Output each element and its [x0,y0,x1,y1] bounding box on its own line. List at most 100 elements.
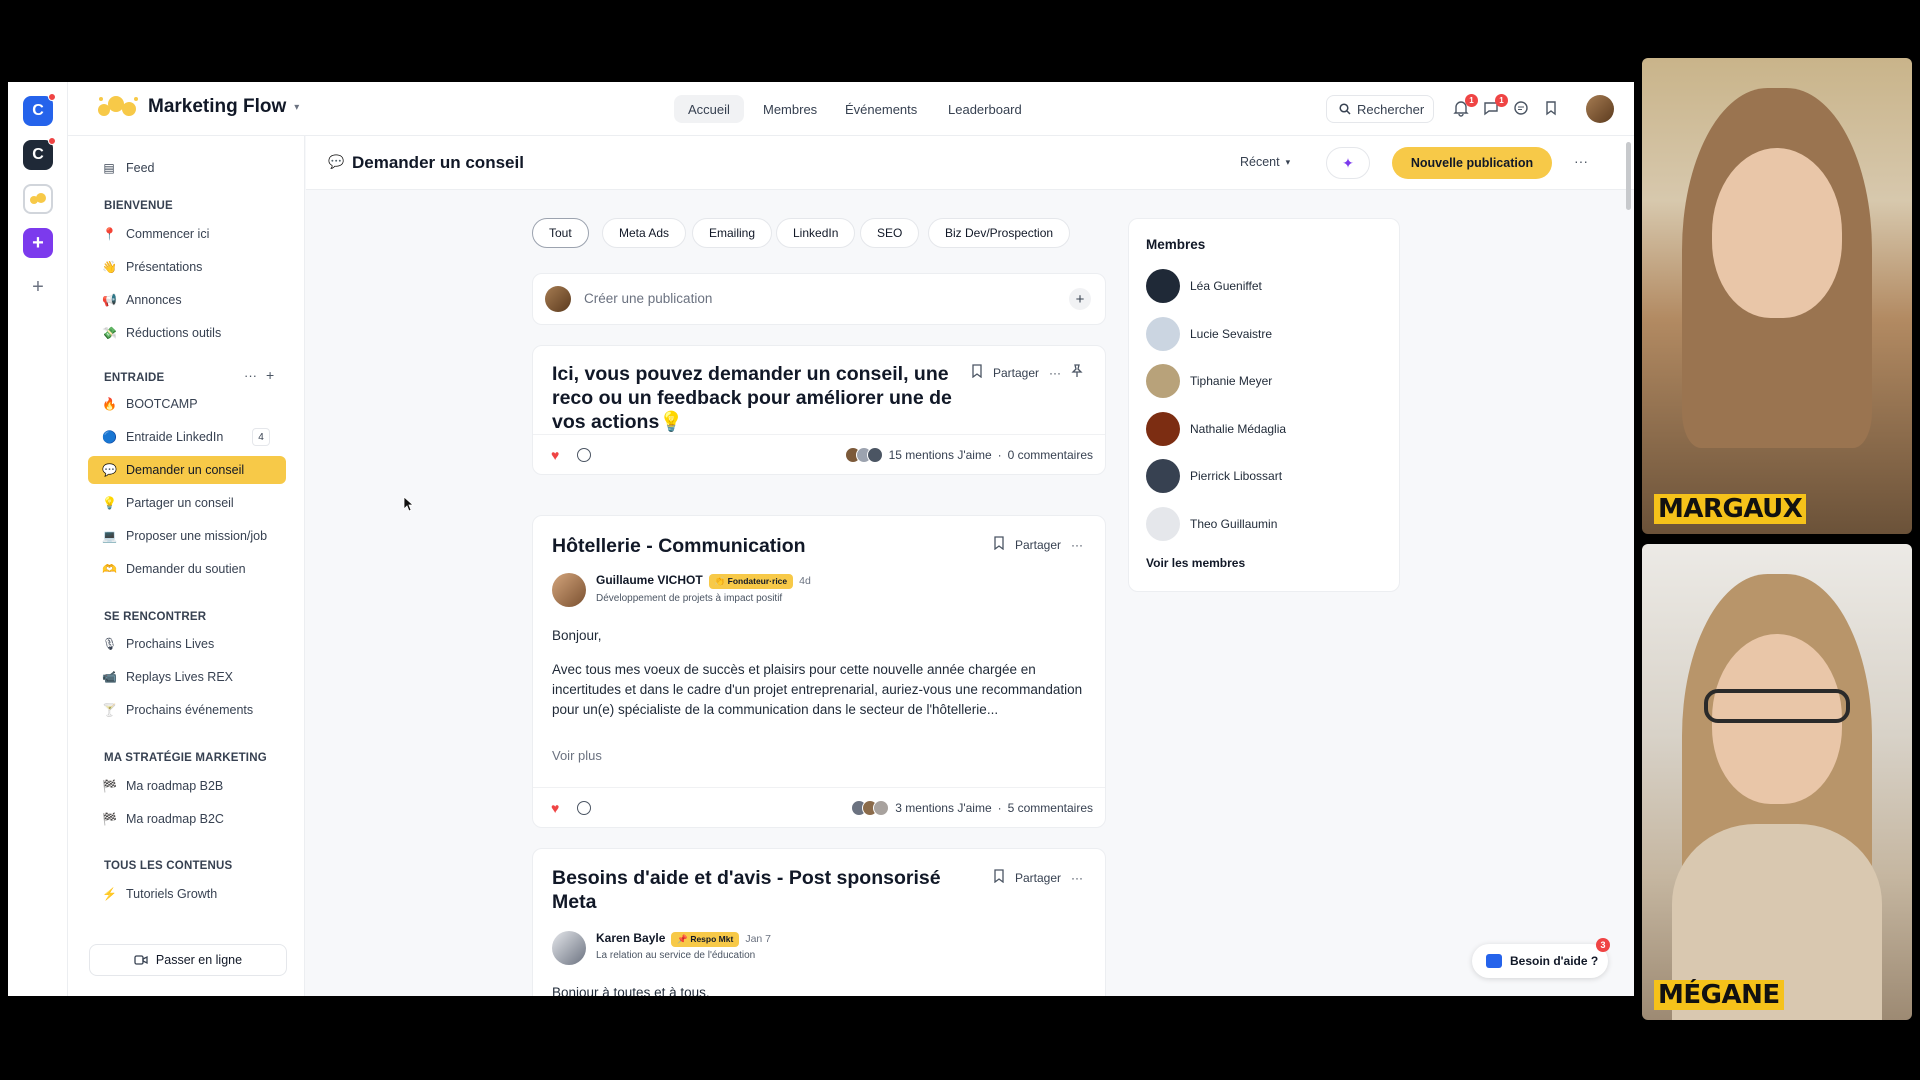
section-more-icon[interactable]: ··· [244,368,257,383]
sidebar-item-demander-un-conseil[interactable]: 💬 Demander un conseil [88,456,286,484]
likes-count[interactable]: 15 mentions J'aime [889,448,992,462]
post-composer[interactable]: Créer une publication + [532,273,1106,325]
user-avatar[interactable] [1586,95,1614,123]
post-card[interactable]: Besoins d'aide et d'avis - Post sponsori… [532,848,1106,996]
section-heading-strategie-marketing: MA STRATÉGIE MARKETING [104,752,267,764]
author-avatar[interactable] [552,573,586,607]
sidebar-item-feed[interactable]: ▤ Feed [88,154,286,182]
member-item[interactable]: Pierrick Libossart [1146,459,1282,493]
author-name[interactable]: Karen Bayle [596,931,665,945]
see-members-link[interactable]: Voir les membres [1146,556,1245,570]
bookmark-icon[interactable] [993,536,1005,553]
sidebar-item-roadmap-b2b[interactable]: 🏁 Ma roadmap B2B [88,772,286,800]
app-icon-marketing-flow[interactable] [23,184,53,214]
see-more-link[interactable]: Voir plus [552,746,1084,766]
more-options-icon[interactable]: ··· [1071,538,1083,552]
heart-icon[interactable]: ♥ [551,447,559,463]
go-live-button[interactable]: Passer en ligne [89,944,287,976]
member-item[interactable]: Lucie Sevaistre [1146,317,1272,351]
post-title[interactable]: Hôtellerie - Communication [552,534,806,558]
sidebar-item-label: BOOTCAMP [126,397,198,411]
sidebar-item-annonces[interactable]: 📢 Annonces [88,286,286,314]
more-options-icon[interactable]: ··· [1049,366,1061,380]
filter-chip-linkedin[interactable]: LinkedIn [776,218,856,248]
post-card[interactable]: Hôtellerie - Communication Partager ··· … [532,515,1106,828]
filter-chip-meta-ads[interactable]: Meta Ads [602,218,687,248]
new-post-button[interactable]: Nouvelle publication [1392,147,1552,179]
comment-icon[interactable] [577,800,591,815]
likes-count[interactable]: 3 mentions J'aime [895,801,991,815]
search-button[interactable]: Rechercher [1326,95,1434,123]
comments-count[interactable]: 5 commentaires [1008,801,1093,815]
member-item[interactable]: Tiphanie Meyer [1146,364,1272,398]
sidebar-item-commencer-ici[interactable]: 📍 Commencer ici [88,220,286,248]
help-button[interactable]: Besoin d'aide ? 3 [1472,938,1610,978]
more-options-icon[interactable]: ··· [1574,153,1588,169]
more-options-icon[interactable]: ··· [1071,871,1083,885]
comments-count[interactable]: 0 commentaires [1008,448,1093,462]
sidebar-item-proposer-mission[interactable]: 💻 Proposer une mission/job [88,522,286,550]
filter-chip-tout[interactable]: Tout [532,218,589,248]
sidebar-item-label: Entraide LinkedIn [126,430,224,444]
comment-icon[interactable] [577,447,591,462]
filter-chip-seo[interactable]: SEO [860,218,920,248]
add-app-icon[interactable]: + [23,272,53,302]
nav-tab-accueil[interactable]: Accueil [674,95,744,123]
bookmark-icon[interactable] [971,364,983,381]
sidebar-item-demander-du-soutien[interactable]: 🫶 Demander du soutien [88,555,286,583]
share-button[interactable]: Partager [1015,871,1061,885]
sidebar-item-replays-lives-rex[interactable]: 📹 Replays Lives REX [88,663,286,691]
bookmark-icon[interactable] [993,869,1005,886]
post-stats: 15 mentions J'aime · 0 commentaires [844,446,1093,463]
member-item[interactable]: Léa Gueniffet [1146,269,1262,303]
nav-tab-membres[interactable]: Membres [749,95,831,123]
camera-icon [134,955,148,965]
chat-widget-icon [1486,954,1502,968]
share-button[interactable]: Partager [1015,538,1061,552]
brand-name: Marketing Flow [148,96,287,117]
filter-chip-emailing[interactable]: Emailing [692,218,773,248]
avatar [1146,412,1180,446]
member-item[interactable]: Theo Guillaumin [1146,507,1277,541]
sidebar-item-partager-un-conseil[interactable]: 💡 Partager un conseil [88,489,286,517]
nav-tab-leaderboard[interactable]: Leaderboard [934,95,1036,123]
section-add-icon[interactable]: + [266,367,274,383]
ai-sparkle-button[interactable]: ✦ [1326,147,1370,179]
messages-icon[interactable] [1512,99,1532,119]
chat-icon[interactable]: 1 [1482,94,1508,119]
pin-icon: 📍 [102,227,117,241]
author-line: Guillaume VICHOT 👏 Fondateur·rice 4d [596,573,811,589]
separator-dot: · [997,800,1002,815]
nav-tab-evenements[interactable]: Événements [831,95,931,123]
bell-icon[interactable]: 1 [1452,94,1478,119]
brand-switcher[interactable]: Marketing Flow ▾ [96,94,299,120]
pin-icon[interactable] [1071,364,1083,381]
post-title[interactable]: Ici, vous pouvez demander un conseil, un… [552,362,952,434]
sidebar-item-prochains-lives[interactable]: 🎙 Prochains Lives [88,630,286,658]
share-button[interactable]: Partager [993,366,1039,380]
sidebar-item-prochains-evenements[interactable]: 🍸 Prochains événements [88,696,286,724]
member-item[interactable]: Nathalie Médaglia [1146,412,1286,446]
scrollbar[interactable] [1626,142,1631,210]
app-icon-plus-purple[interactable]: + [23,228,53,258]
sidebar-item-tutoriels-growth[interactable]: ⚡ Tutoriels Growth [88,880,286,908]
avatar [1146,459,1180,493]
post-card-pinned[interactable]: Ici, vous pouvez demander un conseil, un… [532,345,1106,475]
author-avatar[interactable] [552,931,586,965]
bookmark-icon[interactable] [1542,99,1562,119]
sidebar-item-entraide-linkedin[interactable]: 🔵 Entraide LinkedIn 4 [88,423,286,451]
post-body: Avec tous mes voeux de succès et plaisir… [552,662,1083,717]
sidebar-item-roadmap-b2c[interactable]: 🏁 Ma roadmap B2C [88,805,286,833]
app-icon-c2[interactable]: C [23,137,56,170]
sidebar-item-bootcamp[interactable]: 🔥 BOOTCAMP [88,390,286,418]
sidebar-item-reductions-outils[interactable]: 💸 Réductions outils [88,319,286,347]
add-icon[interactable]: + [1069,288,1091,310]
post-title[interactable]: Besoins d'aide et d'avis - Post sponsori… [552,866,972,914]
filter-chip-biz-dev[interactable]: Biz Dev/Prospection [928,218,1071,248]
heart-icon[interactable]: ♥ [551,800,559,816]
sort-dropdown[interactable]: Récent ▾ [1240,155,1290,169]
avatar [1146,364,1180,398]
app-icon-c1[interactable]: C [23,93,56,126]
sidebar-item-presentations[interactable]: 👋 Présentations [88,253,286,281]
author-name[interactable]: Guillaume VICHOT [596,573,703,587]
